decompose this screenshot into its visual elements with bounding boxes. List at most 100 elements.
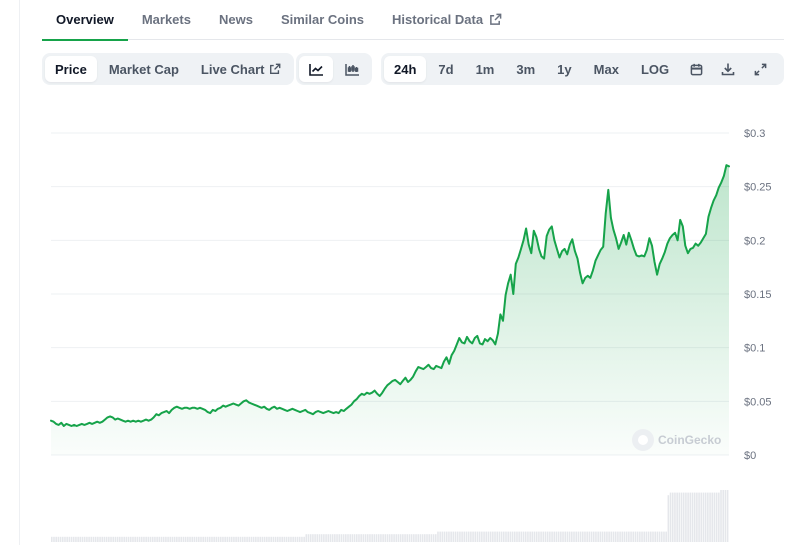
range-7d-button[interactable]: 7d	[428, 56, 463, 82]
volume-bar	[595, 531, 597, 542]
price-button[interactable]: Price	[45, 56, 97, 82]
volume-bar	[617, 531, 619, 542]
volume-bar	[318, 534, 321, 542]
price-label: Price	[55, 61, 87, 77]
volume-bar	[720, 490, 722, 542]
volume-bar	[682, 492, 685, 542]
volume-bar	[215, 536, 218, 542]
range-1m-label: 1m	[475, 61, 495, 77]
volume-bar	[320, 534, 323, 542]
volume-bar	[430, 534, 433, 542]
volume-bar	[268, 536, 270, 542]
line-chart-icon	[308, 63, 323, 76]
volume-bar	[200, 536, 202, 542]
volume-bar	[454, 531, 457, 542]
volume-bar	[266, 536, 268, 542]
volume-bar	[125, 536, 128, 542]
volume-bar	[233, 536, 235, 542]
volume-bar	[121, 536, 123, 542]
range-max-button[interactable]: Max	[584, 56, 629, 82]
volume-bar	[364, 534, 367, 542]
volume-bar	[145, 536, 147, 542]
volume-bar	[496, 531, 499, 542]
volume-bar	[432, 534, 435, 542]
volume-bar	[643, 531, 646, 542]
range-1m-button[interactable]: 1m	[466, 56, 505, 82]
tab-markets[interactable]: Markets	[128, 0, 205, 40]
volume-bar	[404, 534, 406, 542]
volume-bar	[202, 536, 204, 542]
market-cap-button[interactable]: Market Cap	[99, 56, 189, 82]
volume-bar	[713, 492, 716, 542]
coingecko-logo-icon	[632, 429, 654, 451]
volume-bar	[492, 531, 494, 542]
volume-bar	[270, 536, 273, 542]
fullscreen-button[interactable]	[745, 56, 775, 82]
tab-similar-coins[interactable]: Similar Coins	[267, 0, 378, 40]
download-button[interactable]	[713, 56, 743, 82]
line-chart-button[interactable]	[299, 56, 333, 82]
volume-bar	[685, 492, 687, 542]
range-max-label: Max	[593, 61, 619, 77]
volume-bar	[75, 536, 77, 542]
volume-bar	[189, 536, 191, 542]
volume-bar	[257, 536, 259, 542]
volume-bar	[388, 534, 391, 542]
volume-bar	[88, 536, 90, 542]
volume-bar	[349, 534, 351, 542]
volume-bar	[178, 536, 180, 542]
volume-bar	[555, 531, 558, 542]
volume-bar	[647, 531, 650, 542]
volume-bar	[553, 531, 556, 542]
range-24h-button[interactable]: 24h	[384, 56, 427, 82]
volume-bar	[353, 534, 356, 542]
volume-bar	[173, 536, 176, 542]
date-range-button[interactable]	[681, 56, 711, 82]
volume-bar	[584, 531, 586, 542]
log-scale-button[interactable]: LOG	[631, 56, 679, 82]
volume-bar	[426, 534, 428, 542]
volume-bar	[606, 531, 608, 542]
volume-bar	[105, 536, 108, 542]
volume-bar	[483, 531, 485, 542]
volume-bar	[566, 531, 569, 542]
volume-bar	[503, 531, 505, 542]
volume-bar	[696, 492, 698, 542]
volume-bar	[53, 536, 55, 542]
price-chart[interactable]: $0 $0.05 $0.1 $0.15 $0.2 $0.25 $0.3	[0, 100, 802, 545]
range-7d-label: 7d	[438, 61, 454, 77]
volume-bar	[450, 531, 452, 542]
candlestick-button[interactable]	[335, 56, 369, 82]
volume-bar	[369, 534, 371, 542]
volume-bar	[715, 492, 718, 542]
download-icon	[721, 63, 735, 76]
range-1y-button[interactable]: 1y	[547, 56, 581, 82]
volume-bar	[250, 536, 253, 542]
volume-bar	[61, 536, 64, 542]
live-chart-button[interactable]: Live Chart	[191, 56, 292, 82]
volume-bar	[287, 536, 290, 542]
volume-bar	[419, 534, 422, 542]
tab-overview[interactable]: Overview	[42, 0, 128, 41]
volume-bar	[623, 531, 626, 542]
volume-bar	[599, 531, 602, 542]
y-tick-label: $0.25	[744, 182, 772, 194]
volume-bar	[513, 531, 516, 542]
tab-historical-data[interactable]: Historical Data	[378, 0, 516, 40]
volume-bar	[533, 531, 536, 542]
volume-bar	[371, 534, 373, 542]
volume-bar	[94, 536, 97, 542]
volume-bar	[520, 531, 523, 542]
tab-news[interactable]: News	[205, 0, 267, 40]
volume-bar	[290, 536, 292, 542]
volume-bar	[619, 531, 621, 542]
volume-bar	[452, 531, 455, 542]
volume-bar	[134, 536, 136, 542]
volume-bar	[99, 536, 101, 542]
volume-bar	[478, 531, 481, 542]
range-3m-button[interactable]: 3m	[506, 56, 545, 82]
volume-bar	[296, 536, 299, 542]
y-tick-label: $0	[744, 450, 756, 462]
volume-bar	[393, 534, 395, 542]
volume-bar	[586, 531, 588, 542]
